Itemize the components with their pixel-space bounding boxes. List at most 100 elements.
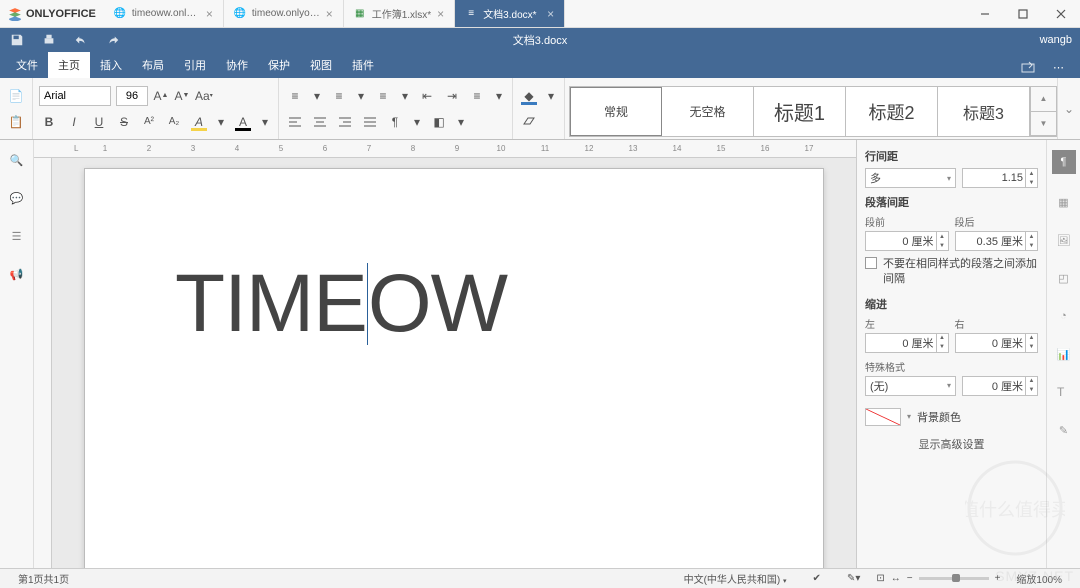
style-heading2[interactable]: 标题2 <box>846 87 938 136</box>
shape-settings-icon[interactable]: ◔ <box>1054 306 1074 326</box>
chart-settings-icon[interactable]: 📊 <box>1054 344 1074 364</box>
indent-right-input[interactable]: 0 厘米▲▼ <box>955 333 1039 353</box>
spacing-after-input[interactable]: 0.35 厘米▲▼ <box>955 231 1039 251</box>
decrease-indent-icon[interactable]: ⇤ <box>417 86 437 106</box>
bold-button[interactable]: B <box>39 112 59 132</box>
paragraph-color-button[interactable]: ◆ <box>519 86 539 106</box>
strikethrough-button[interactable]: S <box>114 112 134 132</box>
style-heading1[interactable]: 标题1 <box>754 87 846 136</box>
document-canvas[interactable]: TIMEOW <box>52 158 856 568</box>
advanced-settings-link[interactable]: 显示高级设置 <box>865 436 1038 452</box>
trackchanges-icon[interactable]: ✎▾ <box>837 573 870 584</box>
font-name-select[interactable] <box>39 86 111 106</box>
line-spacing-type-select[interactable]: 多▾ <box>865 168 956 188</box>
line-spacing-value-input[interactable]: 1.15▲▼ <box>962 168 1038 188</box>
textart-settings-icon[interactable]: T <box>1054 382 1074 402</box>
close-icon[interactable]: × <box>547 7 554 21</box>
close-icon[interactable]: × <box>326 7 333 21</box>
increase-font-icon[interactable]: A▲ <box>153 86 169 106</box>
zoom-value[interactable]: 缩放100% <box>1006 571 1072 586</box>
menu-protect[interactable]: 保护 <box>258 52 300 78</box>
page-count[interactable]: 第1页共1页 <box>8 571 79 586</box>
increase-indent-icon[interactable]: ⇥ <box>442 86 462 106</box>
no-spacing-checkbox[interactable] <box>865 257 877 269</box>
styles-up-icon[interactable]: ▲ <box>1031 87 1056 112</box>
chevron-down-icon[interactable]: ▾ <box>258 112 272 132</box>
chevron-down-icon[interactable]: ⌄ <box>1059 99 1079 119</box>
align-left-icon[interactable] <box>285 112 305 132</box>
menu-collaboration[interactable]: 协作 <box>216 52 258 78</box>
save-icon[interactable] <box>8 31 26 49</box>
more-icon[interactable]: ⋯ <box>1053 61 1064 74</box>
highlight-color-button[interactable]: A <box>189 112 209 132</box>
menu-insert[interactable]: 插入 <box>90 52 132 78</box>
nonprinting-icon[interactable]: ¶ <box>385 112 405 132</box>
align-justify-icon[interactable] <box>360 112 380 132</box>
style-nospace[interactable]: 无空格 <box>662 87 754 136</box>
redo-icon[interactable] <box>104 31 122 49</box>
menu-file[interactable]: 文件 <box>6 52 48 78</box>
style-normal[interactable]: 常规 <box>570 87 662 136</box>
paste-icon[interactable]: 📋 <box>6 112 26 132</box>
header-footer-icon[interactable]: ◰ <box>1054 268 1074 288</box>
tab-document[interactable]: ≡ 文档3.docx* × <box>455 0 565 27</box>
username[interactable]: wangb <box>1040 34 1072 46</box>
superscript-button[interactable]: A² <box>139 112 159 132</box>
shading-icon[interactable]: ◧ <box>429 112 449 132</box>
zoom-in-icon[interactable]: + <box>995 573 1001 584</box>
font-color-button[interactable]: A <box>233 112 253 132</box>
font-size-select[interactable] <box>116 86 148 106</box>
special-amount-input[interactable]: 0 厘米▲▼ <box>962 376 1038 396</box>
close-icon[interactable]: × <box>206 7 213 21</box>
horizontal-ruler[interactable]: L 1234567891011121314151617 <box>34 140 856 158</box>
paragraph-settings-icon[interactable]: ¶ <box>1052 150 1076 174</box>
minimize-button[interactable] <box>966 0 1004 28</box>
spellcheck-icon[interactable]: ✔ <box>803 573 831 584</box>
open-location-icon[interactable] <box>1021 61 1035 74</box>
feedback-icon[interactable]: 📢 <box>7 264 27 284</box>
bullet-list-icon[interactable]: ≡ <box>285 86 305 106</box>
subscript-button[interactable]: A₂ <box>164 112 184 132</box>
undo-icon[interactable] <box>72 31 90 49</box>
align-center-icon[interactable] <box>310 112 330 132</box>
clear-style-icon[interactable] <box>519 112 539 132</box>
close-button[interactable] <box>1042 0 1080 28</box>
vertical-ruler[interactable] <box>34 158 52 568</box>
fit-page-icon[interactable]: ⊡ <box>876 573 884 584</box>
indent-left-input[interactable]: 0 厘米▲▼ <box>865 333 949 353</box>
image-settings-icon[interactable]: 🖼 <box>1054 230 1074 250</box>
italic-button[interactable]: I <box>64 112 84 132</box>
decrease-font-icon[interactable]: A▼ <box>174 86 190 106</box>
navigation-icon[interactable]: ☰ <box>7 226 27 246</box>
style-heading3[interactable]: 标题3 <box>938 87 1030 136</box>
tab-spreadsheet[interactable]: ▦ 工作簿1.xlsx* × <box>344 0 455 27</box>
align-right-icon[interactable] <box>335 112 355 132</box>
zoom-out-icon[interactable]: − <box>907 573 913 584</box>
tab-web-1[interactable]: 🌐 timeoww.only… × <box>104 0 224 27</box>
menu-view[interactable]: 视图 <box>300 52 342 78</box>
styles-down-icon[interactable]: ▼ <box>1031 112 1056 137</box>
tab-web-2[interactable]: 🌐 timeow.onlyo… × <box>224 0 344 27</box>
table-settings-icon[interactable]: ▦ <box>1054 192 1074 212</box>
signature-icon[interactable]: ✎ <box>1054 420 1074 440</box>
change-case-icon[interactable]: Aa▾ <box>195 86 213 106</box>
menu-references[interactable]: 引用 <box>174 52 216 78</box>
multilevel-list-icon[interactable]: ≡ <box>373 86 393 106</box>
page[interactable]: TIMEOW <box>84 168 824 568</box>
zoom-slider[interactable] <box>919 577 989 580</box>
line-spacing-icon[interactable]: ≡ <box>467 86 487 106</box>
special-format-select[interactable]: (无)▾ <box>865 376 956 396</box>
spacing-before-input[interactable]: 0 厘米▲▼ <box>865 231 949 251</box>
copy-icon[interactable]: 📄 <box>6 86 26 106</box>
document-text[interactable]: TIMEOW <box>175 249 733 351</box>
menu-layout[interactable]: 布局 <box>132 52 174 78</box>
language-selector[interactable]: 中文(中华人民共和国) ▾ <box>674 571 797 586</box>
underline-button[interactable]: U <box>89 112 109 132</box>
fit-width-icon[interactable]: ↔ <box>891 573 901 584</box>
close-icon[interactable]: × <box>437 7 444 21</box>
comments-icon[interactable]: 💬 <box>7 188 27 208</box>
print-icon[interactable] <box>40 31 58 49</box>
search-icon[interactable]: 🔍 <box>7 150 27 170</box>
menu-plugins[interactable]: 插件 <box>342 52 384 78</box>
menu-home[interactable]: 主页 <box>48 52 90 78</box>
